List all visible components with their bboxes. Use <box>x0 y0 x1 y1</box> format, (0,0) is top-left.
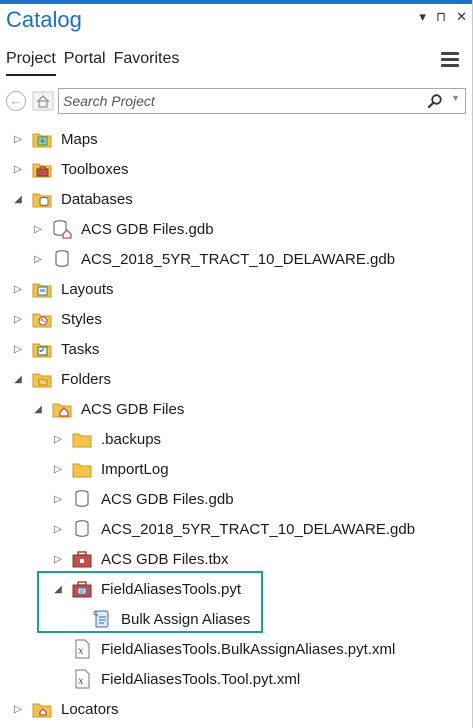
xml-file-icon: x <box>72 639 92 659</box>
tree-item-styles[interactable]: ▷ Styles <box>12 304 102 334</box>
tree-item-f-acs-2018[interactable]: ▷ ACS_2018_5YR_TRACT_10_DELAWARE.gdb <box>52 514 415 544</box>
tree-item-label: ACS_2018_5YR_TRACT_10_DELAWARE.gdb <box>101 520 416 538</box>
xml-file-icon: x <box>72 669 92 689</box>
expand-arrow-icon[interactable]: ▷ <box>52 554 64 565</box>
tree-item-layouts[interactable]: ▷ Layouts <box>12 274 114 304</box>
collapse-arrow-icon[interactable]: ◢ <box>12 374 24 385</box>
styles-folder-icon <box>32 309 52 329</box>
svg-text:x: x <box>78 646 84 657</box>
tab-favorites[interactable]: Favorites <box>114 50 188 76</box>
tree-item-label: ACS GDB Files.tbx <box>101 550 229 568</box>
tree-item-db-acs-2018[interactable]: ▷ ACS_2018_5YR_TRACT_10_DELAWARE.gdb <box>32 244 395 274</box>
tree-item-label: ACS_2018_5YR_TRACT_10_DELAWARE.gdb <box>81 250 396 268</box>
tree-item-label: Databases <box>61 190 133 208</box>
folders-folder-icon <box>32 369 52 389</box>
tree-item-f-acs-tbx[interactable]: ▷ ACS GDB Files.tbx <box>52 544 229 574</box>
toolbox-icon <box>72 549 92 569</box>
tasks-folder-icon <box>32 339 52 359</box>
tree-item-bulk-assign[interactable]: Bulk Assign Aliases <box>72 604 250 634</box>
tree-item-label: FieldAliasesTools.pyt <box>101 580 242 598</box>
tree-item-label: Layouts <box>61 280 114 298</box>
home-icon[interactable] <box>32 91 54 111</box>
expand-arrow-icon[interactable]: ▷ <box>12 164 24 175</box>
databases-folder-icon <box>32 189 52 209</box>
tree-item-label: ImportLog <box>101 460 169 478</box>
layouts-folder-icon <box>32 279 52 299</box>
tree-item-f-acs-gdb[interactable]: ▷ ACS GDB Files.gdb <box>52 484 234 514</box>
geodatabase-home-icon <box>52 219 72 239</box>
panel-title: Catalog <box>6 7 82 32</box>
expand-arrow-icon[interactable]: ▷ <box>12 704 24 715</box>
search-input[interactable] <box>63 92 413 110</box>
collapse-arrow-icon[interactable]: ◢ <box>32 404 44 415</box>
tree-item-importlog[interactable]: ▷ ImportLog <box>52 454 169 484</box>
expand-arrow-icon[interactable]: ▷ <box>12 284 24 295</box>
chevron-down-icon[interactable]: ▼ <box>451 93 460 103</box>
tree-item-label: Folders <box>61 370 112 388</box>
tree-item-tasks[interactable]: ▷ Tasks <box>12 334 99 364</box>
tree-item-label: Styles <box>61 310 102 328</box>
geodatabase-icon <box>72 489 92 509</box>
folder-icon <box>72 459 92 479</box>
tab-project[interactable]: Project <box>6 50 56 76</box>
search-row: ← ▼ <box>4 88 466 116</box>
expand-arrow-icon[interactable]: ▷ <box>52 524 64 535</box>
script-tool-icon <box>92 609 112 629</box>
tree-item-label: ACS GDB Files.gdb <box>81 220 214 238</box>
tree-item-pyt[interactable]: ◢ FieldAliasesTools.pyt <box>52 574 241 604</box>
geodatabase-icon <box>72 519 92 539</box>
tree-item-folder-acs[interactable]: ◢ ACS GDB Files <box>32 394 184 424</box>
geodatabase-icon <box>52 249 72 269</box>
tree-item-label: Bulk Assign Aliases <box>121 610 251 628</box>
pin-icon[interactable]: ⊓ <box>436 9 446 25</box>
expand-arrow-icon[interactable]: ▷ <box>52 494 64 505</box>
expand-arrow-icon[interactable]: ▷ <box>52 434 64 445</box>
tree-item-folders[interactable]: ◢ Folders <box>12 364 111 394</box>
tree-item-label: Maps <box>61 130 98 148</box>
tree-item-label: ACS GDB Files.gdb <box>101 490 234 508</box>
tree-item-label: Toolboxes <box>61 160 129 178</box>
tree-item-label: FieldAliasesTools.BulkAssignAliases.pyt.… <box>101 640 396 658</box>
home-folder-icon <box>52 399 72 419</box>
catalog-tabs: Project Portal Favorites <box>6 50 187 76</box>
back-arrow-icon[interactable]: ← <box>6 91 26 111</box>
maps-folder-icon <box>32 129 52 149</box>
toolboxes-folder-icon <box>32 159 52 179</box>
hamburger-menu-icon[interactable] <box>441 52 459 70</box>
close-icon[interactable]: ✕ <box>456 9 467 25</box>
panel-controls: ▾ ⊓ ✕ <box>419 9 467 25</box>
panel-options-icon[interactable]: ▾ <box>419 9 426 25</box>
expand-arrow-icon[interactable]: ▷ <box>32 224 44 235</box>
locators-folder-icon <box>32 699 52 719</box>
expand-arrow-icon[interactable]: ▷ <box>12 344 24 355</box>
python-toolbox-icon <box>72 579 92 599</box>
expand-arrow-icon[interactable]: ▷ <box>32 254 44 265</box>
expand-arrow-icon[interactable]: ▷ <box>52 464 64 475</box>
tree-item-xml-bulk[interactable]: x FieldAliasesTools.BulkAssignAliases.py… <box>52 634 395 664</box>
search-box: ▼ <box>58 88 466 114</box>
tree-item-backups[interactable]: ▷ .backups <box>52 424 161 454</box>
tree-item-label: Locators <box>61 700 119 718</box>
tree-item-label: FieldAliasesTools.Tool.pyt.xml <box>101 670 301 688</box>
search-icon[interactable] <box>427 93 443 109</box>
svg-text:x: x <box>78 676 84 687</box>
tree-item-locators[interactable]: ▷ Locators <box>12 694 119 724</box>
tree-item-databases[interactable]: ◢ Databases <box>12 184 133 214</box>
folder-icon <box>72 429 92 449</box>
tree-item-label: ACS GDB Files <box>81 400 185 418</box>
tree-item-label: .backups <box>101 430 162 448</box>
tree-item-xml-tool[interactable]: x FieldAliasesTools.Tool.pyt.xml <box>52 664 300 694</box>
tree-item-db-acs-gdb[interactable]: ▷ ACS GDB Files.gdb <box>32 214 214 244</box>
tree-item-toolboxes[interactable]: ▷ Toolboxes <box>12 154 129 184</box>
expand-arrow-icon[interactable]: ▷ <box>12 134 24 145</box>
tree-item-maps[interactable]: ▷ Maps <box>12 124 98 154</box>
collapse-arrow-icon[interactable]: ◢ <box>12 194 24 205</box>
expand-arrow-icon[interactable]: ▷ <box>12 314 24 325</box>
tab-portal[interactable]: Portal <box>64 50 114 76</box>
panel-accent-bar <box>0 0 473 4</box>
tree-item-label: Tasks <box>61 340 100 358</box>
collapse-arrow-icon[interactable]: ◢ <box>52 584 64 595</box>
